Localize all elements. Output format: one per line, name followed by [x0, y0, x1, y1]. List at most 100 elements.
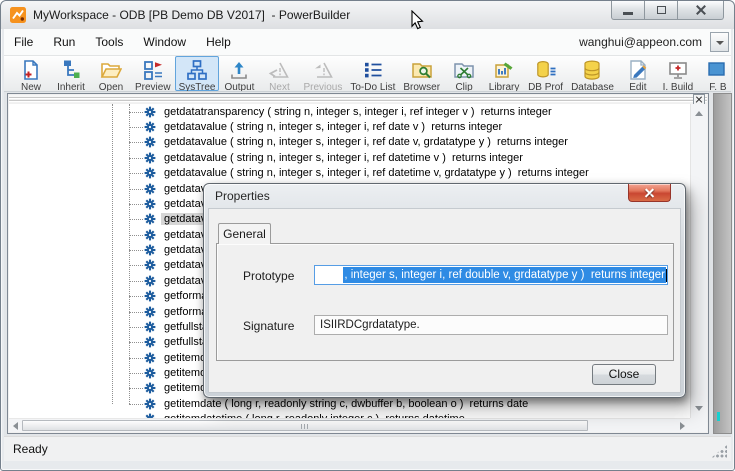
close-button[interactable] — [677, 1, 724, 20]
properties-dialog: Properties General Prototype , integer s… — [203, 183, 686, 398]
menu-item-run[interactable]: Run — [43, 30, 85, 54]
tree-row[interactable]: getdatavalue ( string n, integer s, inte… — [9, 119, 690, 134]
prototype-selected-text: , integer s, integer i, ref double v, gr… — [343, 267, 666, 283]
edit-icon — [627, 59, 649, 81]
new-icon — [20, 59, 42, 81]
function-gear-icon — [144, 352, 156, 364]
general-tab-page: Prototype , integer s, integer i, ref do… — [216, 243, 674, 361]
horizontal-scrollbar[interactable] — [9, 418, 690, 432]
toolbar-button-clip[interactable]: Clip — [444, 56, 484, 91]
open-icon — [100, 59, 122, 81]
systree-icon — [186, 59, 208, 81]
scroll-right-icon[interactable] — [680, 422, 685, 430]
prototype-label: Prototype — [243, 269, 294, 283]
tree-row-label: getitemdate ( long r, readonly string c,… — [161, 398, 531, 410]
menu-item-file[interactable]: File — [4, 30, 43, 54]
menu-item-window[interactable]: Window — [133, 30, 196, 54]
pane-close-icon — [696, 97, 702, 103]
library-icon — [493, 59, 515, 81]
tree-row-label: getdatavalue ( string n, integer s, inte… — [161, 167, 592, 179]
next-icon — [268, 59, 290, 81]
inherit-icon — [60, 59, 82, 81]
function-gear-icon — [144, 259, 156, 271]
menu-item-help[interactable]: Help — [196, 30, 241, 54]
resize-grip[interactable] — [711, 445, 727, 458]
toolbar-button-edit[interactable]: Edit — [618, 56, 658, 91]
tree-row[interactable]: getdatavalue ( string n, integer s, inte… — [9, 166, 690, 181]
dialog-close-action-button[interactable]: Close — [592, 364, 656, 385]
toolbar-button-label: I. Build — [663, 82, 694, 92]
minimize-button[interactable] — [611, 1, 645, 20]
toolbar-button-open[interactable]: Open — [91, 56, 131, 91]
toolbar-button-i-build[interactable]: I. Build — [658, 56, 698, 91]
close-icon — [696, 5, 706, 15]
tree-row-label: getdatavalue ( string n, integer s, inte… — [161, 136, 571, 148]
tree-row[interactable]: getdatatransparency ( string n, integer … — [9, 104, 690, 119]
toolbar-button-previous: Previous — [299, 56, 346, 91]
scroll-down-icon[interactable] — [695, 406, 703, 411]
tree-row[interactable]: getitemdate ( long r, readonly string c,… — [9, 396, 690, 411]
toolbar-items: New Inherit Open Preview SysTree Output Next Pr… — [11, 56, 731, 91]
previous-icon — [312, 59, 334, 81]
prototype-field[interactable]: , integer s, integer i, ref double v, gr… — [314, 265, 668, 285]
tree-row[interactable]: getdatavalue ( string n, integer s, inte… — [9, 135, 690, 150]
status-text: Ready — [13, 442, 48, 456]
vertical-scrollbar[interactable] — [690, 104, 707, 418]
window-title: MyWorkspace - ODB [PB Demo DB V2017] - P… — [33, 8, 350, 22]
toolbar-button-f-b[interactable]: F. B — [698, 56, 731, 91]
toolbar-button-preview[interactable]: Preview — [131, 56, 175, 91]
toolbar-button-label: Inherit — [57, 82, 85, 92]
account-label[interactable]: wanghui@appeon.com — [579, 35, 702, 49]
caption-buttons — [612, 1, 724, 20]
maximize-icon — [657, 6, 666, 14]
toolbar-button-label: DB Prof — [528, 82, 563, 92]
scroll-up-icon[interactable] — [695, 111, 703, 116]
toolbar-button-inherit[interactable]: Inherit — [51, 56, 91, 91]
menu-bar: FileRunToolsWindowHelp wanghui@appeon.co… — [4, 29, 731, 55]
toolbar-button-label: Browser — [403, 82, 440, 92]
toolbar-button-systree[interactable]: SysTree — [175, 56, 220, 91]
function-gear-icon — [144, 213, 156, 225]
toolbar-button-to-do-list[interactable]: To-Do List — [346, 56, 399, 91]
tab-general[interactable]: General — [218, 223, 271, 244]
tree-row[interactable]: getdatavalue ( string n, integer s, inte… — [9, 150, 690, 165]
menu-item-tools[interactable]: Tools — [85, 30, 133, 54]
toolbar-button-label: Next — [269, 82, 290, 92]
minimize-icon — [623, 12, 633, 15]
toolbar-button-library[interactable]: Library — [484, 56, 524, 91]
right-frame-strip — [713, 93, 732, 434]
thumb-grip-icon — [301, 424, 310, 429]
signature-label: Signature — [243, 319, 294, 333]
toolbar-button-next: Next — [259, 56, 299, 91]
toolbar-button-database[interactable]: Database — [567, 56, 618, 91]
dialog-close-button[interactable] — [628, 184, 671, 202]
toolbar-button-browser[interactable]: Browser — [399, 56, 444, 91]
dialog-close-icon — [645, 188, 654, 197]
toolbar-button-label: SysTree — [179, 82, 216, 92]
account-dropdown-button[interactable] — [710, 32, 729, 52]
toolbar-button-label: Open — [99, 82, 123, 92]
toolbar-button-db-prof[interactable]: DB Prof — [524, 56, 567, 91]
function-gear-icon — [144, 306, 156, 318]
toolbar-button-new[interactable]: New — [11, 56, 51, 91]
clip-icon — [453, 59, 475, 81]
toolbar-button-output[interactable]: Output — [219, 56, 259, 91]
collapsed-pane-bar[interactable] — [9, 95, 707, 103]
maximize-button[interactable] — [644, 1, 678, 20]
signature-field[interactable]: ISIIRDCgrdatatype. — [314, 315, 668, 335]
scroll-left-icon[interactable] — [13, 422, 18, 430]
browser-icon — [411, 59, 433, 81]
horizontal-scrollbar-thumb[interactable] — [22, 420, 588, 431]
toolbar: New Inherit Open Preview SysTree Output Next Pr… — [4, 55, 731, 92]
text-caret — [666, 269, 667, 282]
toolbar-button-label: Output — [224, 82, 254, 92]
function-gear-icon — [144, 136, 156, 148]
preview-icon — [142, 59, 164, 81]
mouse-cursor-icon — [411, 10, 425, 31]
tree-row-label: getdatatransparency ( string n, integer … — [161, 106, 555, 118]
menu-items: FileRunToolsWindowHelp — [4, 30, 241, 54]
function-gear-icon — [144, 244, 156, 256]
toolbar-button-label: To-Do List — [350, 82, 395, 92]
toolbar-button-label: Library — [489, 82, 520, 92]
dbprof-icon — [535, 59, 557, 81]
